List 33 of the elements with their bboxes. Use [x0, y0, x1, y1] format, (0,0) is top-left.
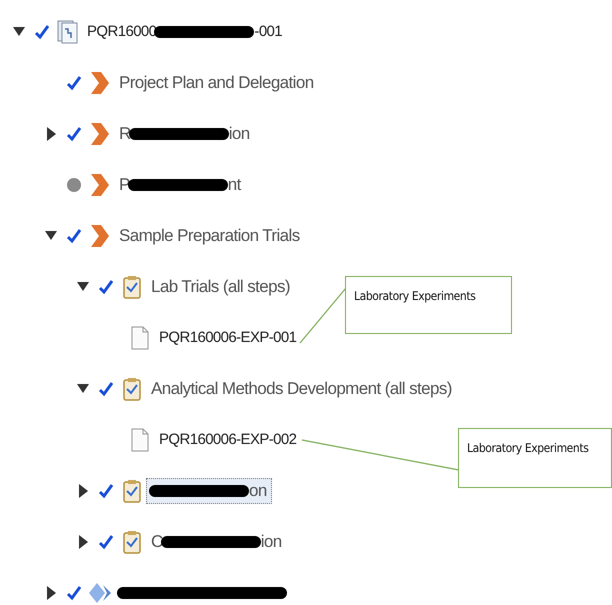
- clipboard-icon: [123, 376, 141, 400]
- tree-item[interactable]: R ion: [114, 120, 255, 146]
- tree-item[interactable]: Sample Preparation Trials: [114, 222, 305, 248]
- leader-line: [300, 288, 346, 344]
- chevron-icon: [90, 70, 110, 94]
- expand-icon[interactable]: [78, 484, 88, 498]
- document-icon: [131, 428, 149, 452]
- expand-icon[interactable]: [78, 534, 88, 548]
- tree-item[interactable]: Project Plan and Delegation: [114, 70, 319, 96]
- tree-item[interactable]: P nt: [114, 172, 246, 198]
- callout: Laboratory Experiments: [345, 276, 512, 334]
- document-icon: [131, 326, 149, 350]
- callout: Laboratory Experiments: [458, 428, 612, 488]
- expand-icon[interactable]: [46, 126, 56, 140]
- tree-item[interactable]: PQR160006-EXP-002: [154, 428, 302, 451]
- tree-item[interactable]: C ion: [146, 528, 287, 554]
- tree-item[interactable]: PQR160006-EXP-001: [154, 326, 302, 349]
- collapse-icon[interactable]: [45, 230, 57, 240]
- clipboard-icon: [123, 478, 141, 502]
- chevron-icon: [90, 224, 110, 248]
- expand-icon[interactable]: [46, 586, 56, 600]
- clipboard-icon: [123, 274, 141, 298]
- collapse-icon[interactable]: [77, 282, 89, 292]
- collapse-icon[interactable]: [13, 26, 25, 36]
- collapse-icon[interactable]: [77, 384, 89, 394]
- chevron-icon: [90, 122, 110, 146]
- tree-item[interactable]: on: [146, 478, 272, 504]
- clipboard-icon: [123, 530, 141, 554]
- diamond-icon: [89, 580, 111, 604]
- chevron-icon: [90, 172, 110, 196]
- tree-item[interactable]: Lab Trials (all steps): [146, 274, 295, 300]
- tree-item[interactable]: Analytical Methods Development (all steps): [146, 376, 457, 402]
- project-plan-icon: [57, 20, 79, 44]
